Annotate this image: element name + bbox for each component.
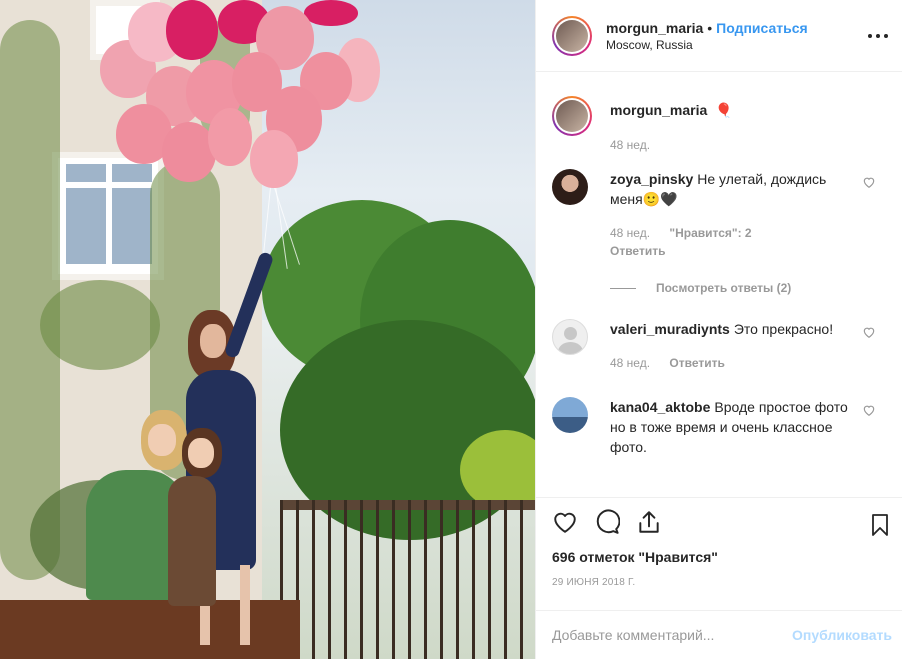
post-location[interactable]: Moscow, Russia	[606, 38, 808, 52]
bookmark-icon[interactable]	[868, 512, 892, 538]
post-actions	[536, 497, 902, 545]
caption-time[interactable]: 48 нед.	[610, 138, 650, 152]
post-photo[interactable]	[0, 0, 535, 659]
author-avatar[interactable]	[552, 15, 592, 56]
comment-time[interactable]: 48 нед.	[610, 226, 650, 240]
like-comment-icon[interactable]	[862, 175, 876, 189]
header-separator: •	[707, 19, 713, 36]
like-comment-icon[interactable]	[862, 325, 876, 339]
post-side-panel: morgun_maria • Подписаться Moscow, Russi…	[535, 0, 902, 659]
comment-username[interactable]: kana04_aktobe	[610, 399, 710, 415]
comment-input[interactable]	[552, 627, 772, 643]
reply-button[interactable]: Ответить	[610, 244, 665, 258]
photo-railing	[280, 500, 535, 659]
comment-text: Это прекрасно!	[733, 321, 834, 337]
comment-item: kana04_aktobe Вроде простое фото но в тож…	[552, 397, 886, 457]
comment-likes[interactable]: "Нравится": 2	[669, 226, 751, 240]
caption-avatar[interactable]	[552, 96, 592, 136]
comment-item: valeri_muradiynts Это прекрасно! 48 нед. …	[552, 319, 886, 373]
post-header: morgun_maria • Подписаться Moscow, Russi…	[536, 0, 902, 72]
comment-bubble-icon[interactable]	[594, 509, 620, 535]
author-username[interactable]: morgun_maria	[606, 20, 703, 36]
share-icon[interactable]	[636, 509, 662, 535]
post-date[interactable]: 29 ИЮНЯ 2018 Г.	[552, 577, 635, 588]
view-replies-label: Посмотреть ответы (2)	[656, 281, 792, 295]
like-heart-icon[interactable]	[552, 509, 578, 535]
photo-window	[52, 152, 164, 280]
follow-button[interactable]: Подписаться	[716, 20, 808, 36]
like-comment-icon[interactable]	[862, 403, 876, 417]
view-replies-button[interactable]: Посмотреть ответы (2)	[610, 281, 886, 295]
comment-avatar[interactable]	[552, 319, 588, 355]
caption: morgun_maria 🎈 48 нед.	[552, 96, 886, 155]
publish-button[interactable]: Опубликовать	[792, 627, 892, 643]
comment-username[interactable]: valeri_muradiynts	[610, 321, 730, 337]
likes-count[interactable]: 696 отметок "Нравится"	[552, 549, 718, 565]
comment-username[interactable]: zoya_pinsky	[610, 171, 693, 187]
add-comment-bar: Опубликовать	[536, 610, 902, 659]
view-replies-line	[610, 287, 636, 289]
comment-time[interactable]: 48 нед.	[610, 356, 650, 370]
caption-emoji: 🎈	[715, 103, 733, 119]
comments-list[interactable]: morgun_maria 🎈 48 нед. zoya_pinsky Не уле…	[536, 72, 902, 497]
caption-username[interactable]: morgun_maria	[610, 102, 707, 118]
more-options-icon[interactable]	[868, 26, 888, 46]
reply-button[interactable]: Ответить	[669, 356, 724, 370]
comment-item: zoya_pinsky Не улетай, дождись меня🙂🖤 48 …	[552, 169, 886, 259]
photo-girl-right	[168, 428, 238, 608]
comment-avatar[interactable]	[552, 169, 588, 205]
comment-avatar[interactable]	[552, 397, 588, 433]
